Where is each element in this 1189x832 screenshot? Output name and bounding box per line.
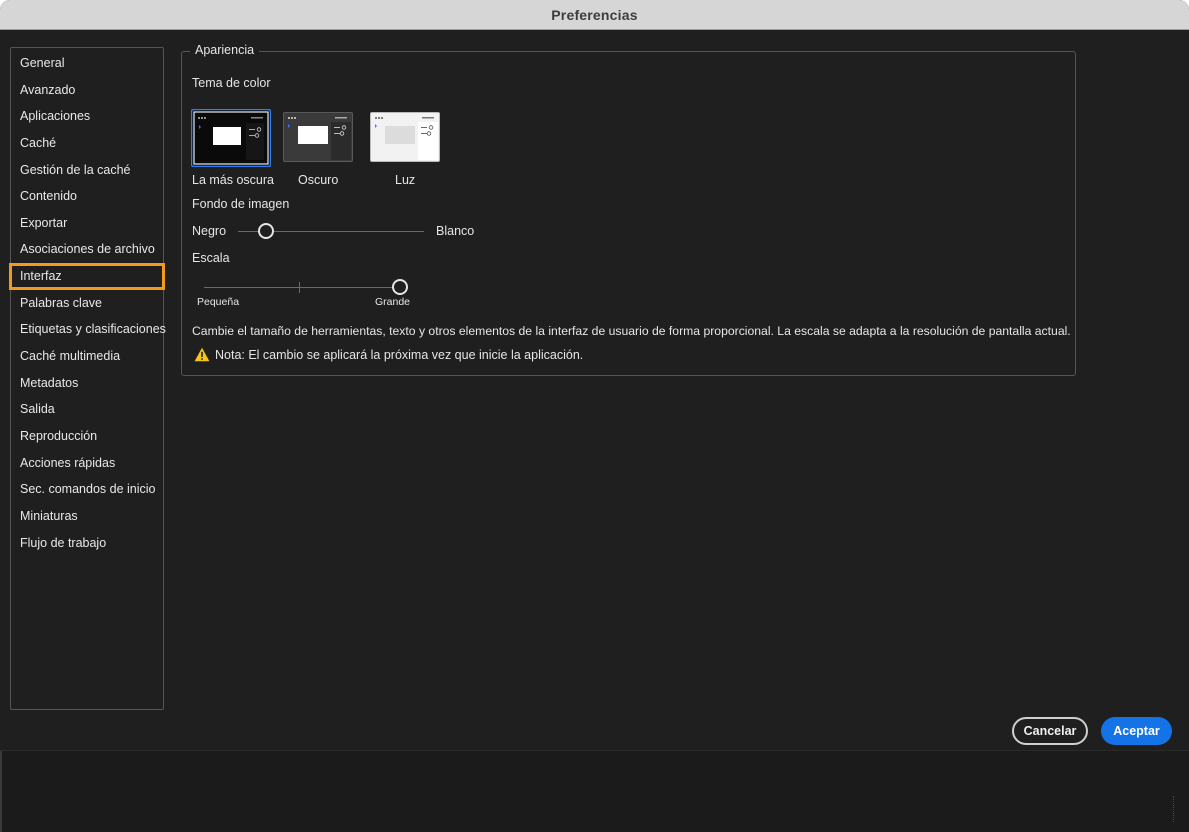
scale-slider-knob[interactable] [392,279,408,295]
background-min-label: Negro [192,224,227,238]
appearance-legend: Apariencia [190,43,260,57]
image-background-label: Fondo de imagen [192,197,290,211]
left-edge-divider [0,751,2,832]
scale-max-label: Grande [375,296,411,308]
sidebar-item-general[interactable]: General [11,50,163,77]
sidebar-item-asociaciones-archivo[interactable]: Asociaciones de archivo [11,236,163,263]
scale-description: Cambie el tamaño de herramientas, texto … [192,324,1071,338]
preferences-sidebar: General Avanzado Aplicaciones Caché Gest… [9,47,166,710]
theme-darkest-thumbnail [191,109,271,167]
theme-dark-thumbnail [283,112,353,162]
bottom-area [0,750,1189,832]
sidebar-item-acciones-rapidas[interactable]: Acciones rápidas [11,450,163,477]
theme-label-light: Luz [395,173,416,187]
title-bar: Preferencias [0,0,1189,30]
theme-option-darkest[interactable] [191,109,271,167]
sidebar-item-palabras-clave[interactable]: Palabras clave [11,290,163,317]
scale-min-label: Pequeña [197,296,240,308]
color-theme-label: Tema de color [192,76,271,90]
sidebar-item-interfaz[interactable]: Interfaz [9,263,165,290]
sidebar-item-avanzado[interactable]: Avanzado [11,77,163,104]
ok-button[interactable]: Aceptar [1101,717,1172,745]
theme-label-darkest: La más oscura [192,173,274,187]
sidebar-item-gestion-cache[interactable]: Gestión de la caché [11,157,163,184]
appearance-group: Apariencia Tema de color La más oscura O… [181,43,1076,376]
restart-note: Nota: El cambio se aplicará la próxima v… [215,348,584,362]
theme-light-thumbnail [370,112,440,162]
sidebar-item-exportar[interactable]: Exportar [11,210,163,237]
warning-icon [194,347,210,362]
scale-slider-track [204,287,400,288]
scale-label: Escala [192,251,230,265]
cancel-button[interactable]: Cancelar [1012,717,1088,745]
sidebar-item-cache[interactable]: Caché [11,130,163,157]
theme-label-dark: Oscuro [298,173,339,187]
sidebar-item-cache-multimedia[interactable]: Caché multimedia [11,343,163,370]
sidebar-item-aplicaciones[interactable]: Aplicaciones [11,103,163,130]
sidebar-item-contenido[interactable]: Contenido [11,183,163,210]
sidebar-item-comandos-inicio[interactable]: Sec. comandos de inicio [11,476,163,503]
sidebar-item-metadatos[interactable]: Metadatos [11,370,163,397]
scale-slider-tick [299,282,300,293]
resize-grip[interactable] [1173,796,1175,822]
image-background-slider[interactable] [238,220,424,244]
sidebar-item-etiquetas[interactable]: Etiquetas y clasificaciones [11,316,166,343]
sidebar-item-reproduccion[interactable]: Reproducción [11,423,163,450]
preferences-window: Preferencias General Avanzado Aplicacion… [0,0,1189,832]
sidebar-item-salida[interactable]: Salida [11,396,163,423]
background-max-label: Blanco [436,224,475,238]
theme-option-light[interactable] [370,112,440,162]
theme-option-dark[interactable] [283,112,353,162]
window-title: Preferencias [551,6,638,23]
background-slider-knob[interactable] [258,223,274,239]
sidebar-item-flujo-trabajo[interactable]: Flujo de trabajo [11,530,163,557]
sidebar-item-miniaturas[interactable]: Miniaturas [11,503,163,530]
